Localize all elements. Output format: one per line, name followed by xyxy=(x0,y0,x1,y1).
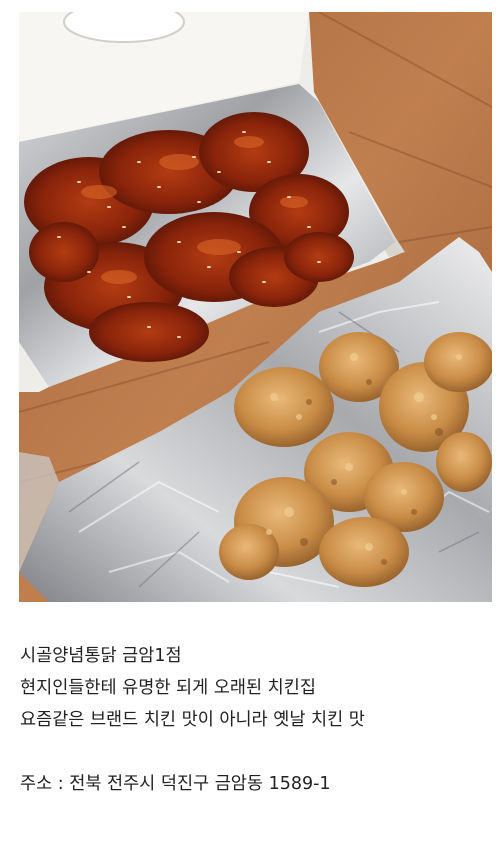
description-line-2: 요즘같은 브랜드 치킨 맛이 아니라 옛날 치킨 맛 xyxy=(20,710,365,730)
chicken-photo xyxy=(19,12,492,602)
restaurant-name: 시골양념통닭 금암1점 xyxy=(20,646,182,666)
description-line-1: 현지인들한테 유명한 되게 오래된 치킨집 xyxy=(20,678,316,698)
address-line: 주소 : 전북 전주시 덕진구 금암동 1589-1 xyxy=(20,774,331,794)
post-caption: 시골양념통닭 금암1점 현지인들한테 유명한 되게 오래된 치킨집 요즘같은 브… xyxy=(20,640,480,800)
